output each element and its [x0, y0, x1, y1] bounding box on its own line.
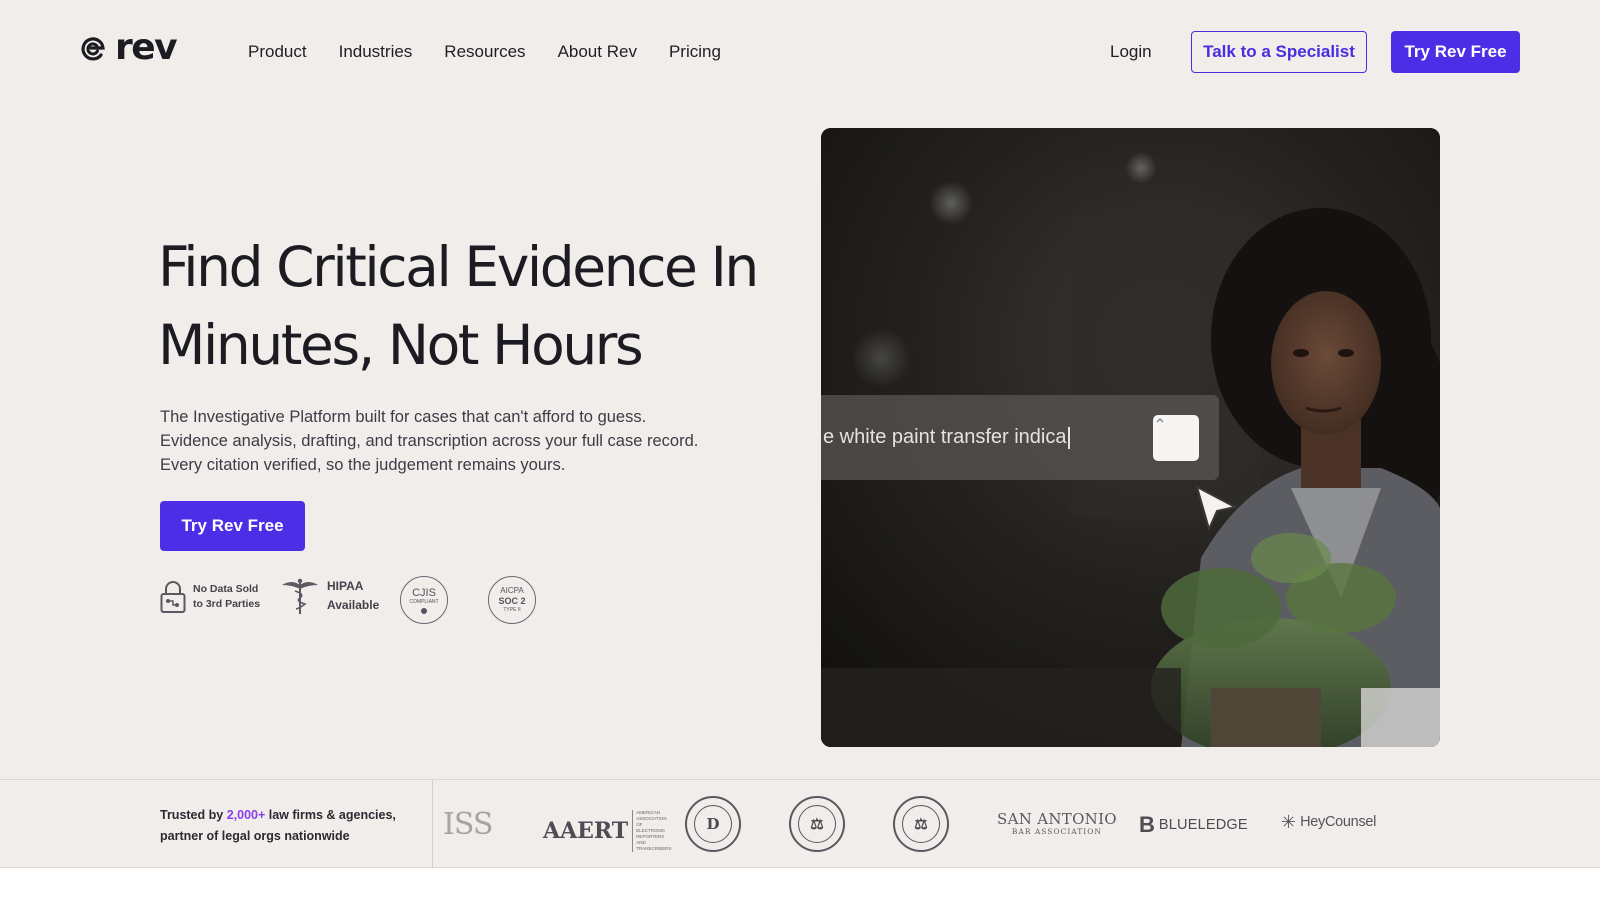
cjis-compliant-label: COMPLIANT [409, 598, 439, 605]
compliance-badges: No Data Sold to 3rd Parties HIPAA Availa… [160, 574, 560, 626]
seal-icon: ⚖ [789, 796, 845, 852]
page-below-fold [0, 868, 1600, 900]
soc2-label: SOC 2 [498, 596, 526, 606]
iss-logo: ISS [443, 807, 493, 842]
cjis-label: CJIS [412, 586, 436, 599]
search-query-text: e white paint transfer indica [823, 425, 1071, 449]
cjis-check-icon [421, 607, 427, 614]
seal-icon: ⚖ [893, 796, 949, 852]
aicpa-label: AICPA [500, 586, 524, 595]
trusted-by-line-1: Trusted by 2,000+ law firms & agencies, [160, 808, 396, 822]
mouse-cursor-icon [1195, 485, 1238, 532]
san-antonio-line-2: BAR ASSOCIATION [1011, 827, 1102, 836]
try-rev-free-hero-button[interactable]: Try Rev Free [160, 501, 305, 551]
aaert-logo-subtext: AMERICAN ASSOCIATION OF ELECTRONIC REPOR… [632, 810, 672, 852]
partner-logos: ISS AAERT AMERICAN ASSOCIATION OF ELECTR… [433, 780, 1443, 868]
ai-search-bar[interactable]: e white paint transfer indica [821, 395, 1219, 480]
nav-pricing[interactable]: Pricing [669, 40, 721, 64]
bar-association-seal: ⚖ [789, 796, 845, 852]
no-data-sold-line-2: to 3rd Parties [193, 598, 261, 610]
blueledge-logo: B BLUELEDGE [1139, 812, 1248, 838]
logo-text: rev [115, 27, 178, 68]
trusted-by-text: Trusted by 2,000+ law firms & agencies, … [160, 805, 420, 847]
nav-resources[interactable]: Resources [444, 40, 525, 64]
soc2-type-label: TYPE II [503, 607, 521, 613]
san-antonio-line-1: SAN ANTONIO [997, 810, 1117, 828]
soc2-badge: AICPA SOC 2 TYPE II [488, 576, 536, 624]
talk-to-specialist-button[interactable]: Talk to a Specialist [1191, 31, 1367, 73]
blueledge-logo-text: BLUELEDGE [1158, 817, 1248, 833]
soc2-seal: AICPA SOC 2 TYPE II [488, 576, 536, 624]
lock-icon [160, 581, 186, 613]
heycounsel-logo: ✳ HeyCounsel [1281, 813, 1376, 831]
try-rev-free-header-button[interactable]: Try Rev Free [1391, 31, 1520, 73]
nav-product[interactable]: Product [248, 40, 307, 64]
blueledge-mark-icon: B [1139, 812, 1155, 837]
cjis-badge: CJIS COMPLIANT [400, 576, 448, 624]
hero-subtitle-line: Every citation verified, so the judgemen… [160, 456, 566, 474]
hero-title-line-1: Find Critical Evidence In [158, 235, 759, 299]
login-link[interactable]: Login [1110, 40, 1152, 64]
cjis-seal: CJIS COMPLIANT [400, 576, 448, 624]
caduceus-icon [282, 578, 318, 614]
nav-about-rev[interactable]: About Rev [558, 40, 637, 64]
hero-video[interactable]: e white paint transfer indica [821, 128, 1440, 747]
dallas-bar-association-seal: D [685, 796, 741, 852]
hipaa-line-1: HIPAA [327, 579, 364, 593]
asterisk-icon: ✳ [1281, 812, 1297, 832]
hero-title-line-2: Minutes, Not Hours [158, 313, 644, 377]
rev-logo[interactable]: rev [79, 27, 178, 68]
submit-search-button[interactable] [1153, 415, 1199, 461]
no-data-sold-badge: No Data Sold to 3rd Parties [160, 580, 260, 614]
state-bar-seal: ⚖ [893, 796, 949, 852]
trusted-by-strip: Trusted by 2,000+ law firms & agencies, … [0, 779, 1600, 868]
site-header: rev Product Industries Resources About R… [0, 0, 1600, 104]
aaert-logo: AAERT AMERICAN ASSOCIATION OF ELECTRONIC… [543, 810, 672, 852]
nav-industries[interactable]: Industries [339, 40, 413, 64]
heycounsel-logo-text: HeyCounsel [1300, 814, 1377, 830]
hipaa-line-2: Available [327, 598, 380, 612]
main-nav: Product Industries Resources About Rev P… [248, 40, 753, 64]
seal-icon: D [685, 796, 741, 852]
trusted-count: 2,000+ [226, 808, 266, 822]
chevron-up-icon [1156, 417, 1164, 423]
hero-subtitle: The Investigative Platform built for cas… [160, 405, 740, 477]
aaert-logo-text: AAERT [543, 818, 629, 844]
text-caret [1068, 426, 1071, 449]
san-antonio-bar-logo: SAN ANTONIO BAR ASSOCIATION [997, 811, 1117, 836]
hipaa-badge: HIPAA Available [280, 577, 379, 615]
rev-logo-mark-icon [81, 37, 105, 61]
trusted-by-line-2: partner of legal orgs nationwide [160, 829, 350, 843]
no-data-sold-line-1: No Data Sold [193, 583, 259, 595]
hero-title: Find Critical Evidence In Minutes, Not H… [158, 228, 778, 384]
hero-subtitle-line: The Investigative Platform built for cas… [160, 408, 647, 426]
hero-subtitle-line: Evidence analysis, drafting, and transcr… [160, 432, 699, 450]
